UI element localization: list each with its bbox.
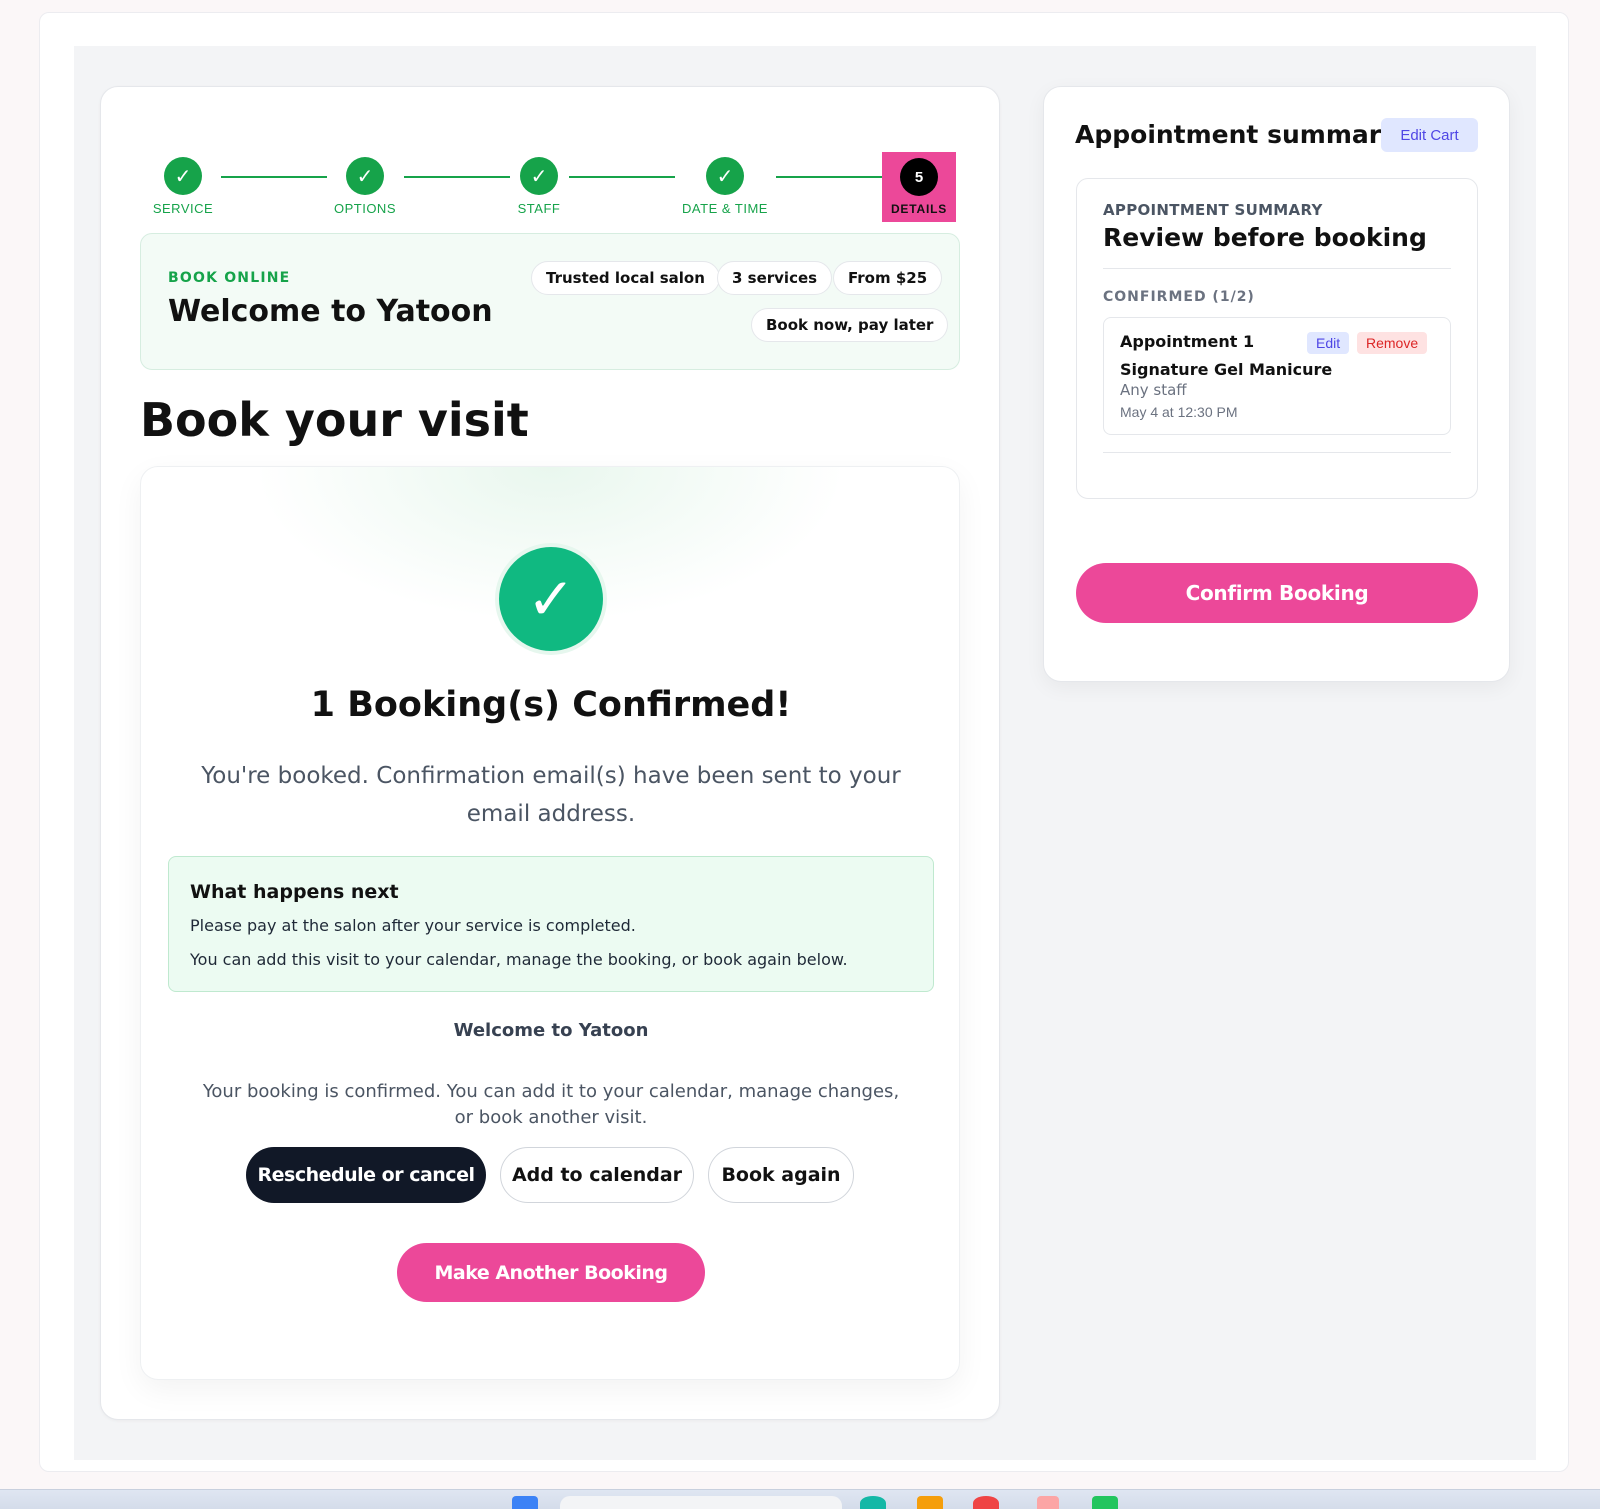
search-bar[interactable] bbox=[560, 1496, 842, 1509]
step-connector bbox=[776, 176, 882, 178]
summary-eyebrow: APPOINTMENT SUMMARY bbox=[1103, 201, 1323, 219]
book-again-button[interactable]: Book again bbox=[708, 1147, 854, 1203]
step-options[interactable]: ✓ OPTIONS bbox=[305, 157, 425, 216]
pill-services: 3 services bbox=[717, 261, 833, 295]
step-details[interactable]: 5 DETAILS bbox=[882, 152, 956, 222]
reschedule-button[interactable]: Reschedule or cancel bbox=[246, 1147, 486, 1203]
step-label: STAFF bbox=[517, 201, 561, 216]
check-icon: ✓ bbox=[164, 157, 202, 195]
step-staff[interactable]: ✓ STAFF bbox=[479, 157, 599, 216]
next-steps-line: You can add this visit to your calendar,… bbox=[190, 950, 848, 969]
step-label: OPTIONS bbox=[333, 201, 396, 216]
banner-eyebrow: BOOK ONLINE bbox=[168, 270, 291, 286]
browser-icon[interactable] bbox=[973, 1496, 999, 1509]
welcome-banner: BOOK ONLINE Welcome to Yatoon Trusted lo… bbox=[140, 233, 960, 370]
pill-pay-later: Book now, pay later bbox=[751, 308, 949, 342]
confirmation-panel: ✓ 1 Booking(s) Confirmed! You're booked.… bbox=[140, 466, 960, 1380]
next-steps-line: Please pay at the salon after your servi… bbox=[190, 916, 636, 935]
remove-appointment-button[interactable]: Remove bbox=[1357, 332, 1428, 354]
check-icon: ✓ bbox=[520, 157, 558, 195]
start-icon[interactable] bbox=[512, 1496, 538, 1509]
edit-appointment-button[interactable]: Edit bbox=[1307, 332, 1350, 354]
confirmation-welcome: Welcome to Yatoon bbox=[453, 1020, 649, 1041]
page-title: Book your visit bbox=[140, 393, 529, 447]
confirm-booking-button[interactable]: Confirm Booking bbox=[1076, 563, 1478, 623]
app-icon[interactable] bbox=[1037, 1496, 1059, 1509]
next-steps-heading: What happens next bbox=[190, 881, 399, 903]
pill-trusted: Trusted local salon bbox=[531, 261, 720, 295]
summary-heading: Appointment summary bbox=[1075, 120, 1398, 149]
step-service[interactable]: ✓ SERVICE bbox=[123, 157, 243, 216]
chat-icon[interactable] bbox=[1092, 1496, 1118, 1509]
add-to-calendar-button[interactable]: Add to calendar bbox=[500, 1147, 694, 1203]
step-label: DATE & TIME bbox=[682, 201, 768, 216]
banner-title: Welcome to Yatoon bbox=[168, 294, 493, 329]
summary-box: APPOINTMENT SUMMARY Review before bookin… bbox=[1076, 178, 1478, 499]
confirmation-title: 1 Booking(s) Confirmed! bbox=[310, 685, 792, 725]
step-label: SERVICE bbox=[152, 201, 214, 216]
confirmation-description: Your booking is confirmed. You can add i… bbox=[202, 1081, 900, 1128]
divider bbox=[1103, 268, 1451, 269]
appointment-time: May 4 at 12:30 PM bbox=[1120, 404, 1238, 420]
check-circle-icon: ✓ bbox=[499, 547, 603, 651]
appointment-item: Appointment 1 Edit Remove Signature Gel … bbox=[1103, 317, 1451, 435]
appointment-service: Signature Gel Manicure bbox=[1120, 360, 1333, 379]
divider bbox=[1103, 452, 1451, 453]
make-another-booking-button[interactable]: Make Another Booking bbox=[397, 1243, 705, 1302]
step-date-time[interactable]: ✓ DATE & TIME bbox=[665, 157, 785, 216]
confirmed-count: CONFIRMED (1/2) bbox=[1103, 289, 1255, 305]
check-icon: ✓ bbox=[706, 157, 744, 195]
step-label: DETAILS bbox=[890, 202, 948, 216]
confirmation-subtitle: You're booked. Confirmation email(s) hav… bbox=[201, 763, 901, 827]
appointment-title: Appointment 1 bbox=[1120, 332, 1255, 351]
taskbar bbox=[0, 1489, 1600, 1509]
summary-title: Review before booking bbox=[1103, 223, 1427, 252]
folder-icon[interactable] bbox=[917, 1496, 943, 1509]
appointment-staff: Any staff bbox=[1120, 381, 1187, 399]
step-number: 5 bbox=[900, 158, 938, 196]
app-icon[interactable] bbox=[860, 1496, 886, 1509]
check-icon: ✓ bbox=[346, 157, 384, 195]
edit-cart-button[interactable]: Edit Cart bbox=[1381, 118, 1478, 152]
next-steps-box: What happens next Please pay at the salo… bbox=[168, 856, 934, 992]
pill-price: From $25 bbox=[833, 261, 943, 295]
